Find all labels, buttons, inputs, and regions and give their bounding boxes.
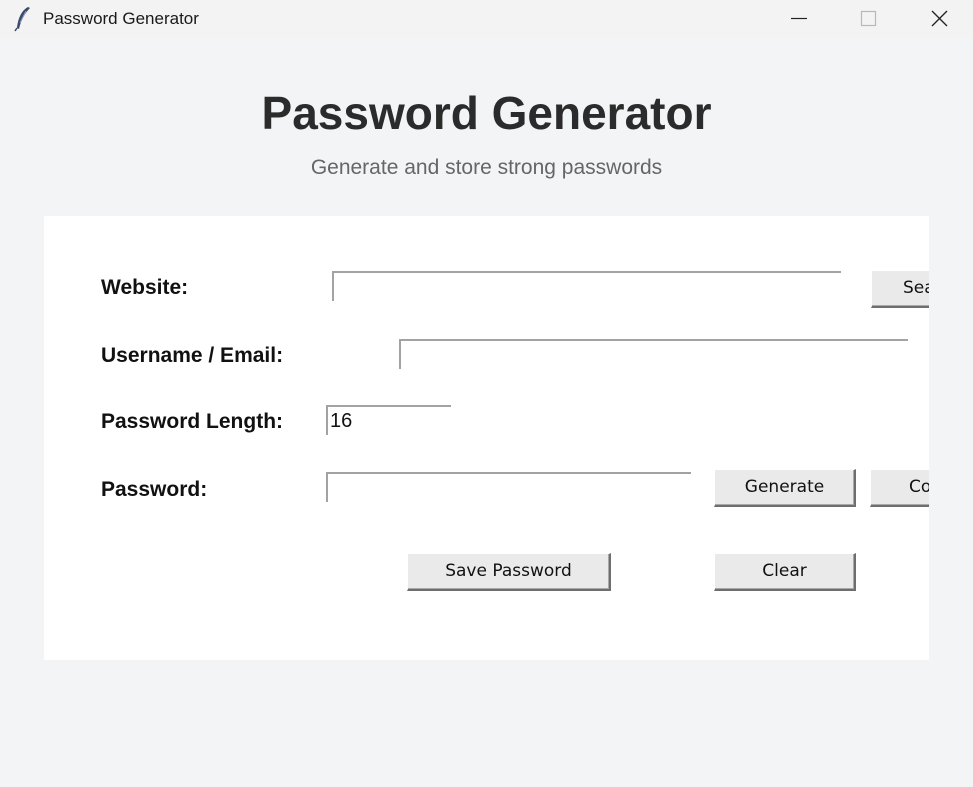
clear-button[interactable]: Clear	[714, 553, 856, 591]
username-label: Username / Email:	[101, 344, 284, 367]
password-length-label: Password Length:	[101, 410, 284, 433]
save-password-button[interactable]: Save Password	[407, 553, 611, 591]
website-input[interactable]	[332, 271, 841, 301]
window-title: Password Generator	[43, 9, 199, 28]
feather-icon	[14, 7, 30, 32]
website-label: Website:	[101, 276, 189, 299]
close-button[interactable]	[903, 0, 973, 38]
username-input[interactable]	[399, 339, 908, 369]
search-button[interactable]: Sea	[871, 270, 929, 308]
minimize-icon	[791, 17, 807, 20]
maximize-icon	[860, 10, 877, 27]
page-subtitle: Generate and store strong passwords	[310, 156, 663, 179]
form-card: Website: Sea Username / Email: Password …	[44, 216, 929, 660]
password-input[interactable]	[326, 472, 691, 502]
close-icon	[931, 10, 948, 27]
password-length-input[interactable]: 16	[326, 405, 451, 435]
copy-button[interactable]: Co	[870, 469, 929, 507]
generate-button[interactable]: Generate	[714, 469, 856, 507]
page-title: Password Generator	[261, 87, 712, 139]
maximize-button[interactable]	[834, 0, 904, 38]
password-label: Password:	[101, 478, 208, 501]
window-titlebar: Password Generator	[0, 0, 973, 38]
minimize-button[interactable]	[765, 0, 835, 38]
